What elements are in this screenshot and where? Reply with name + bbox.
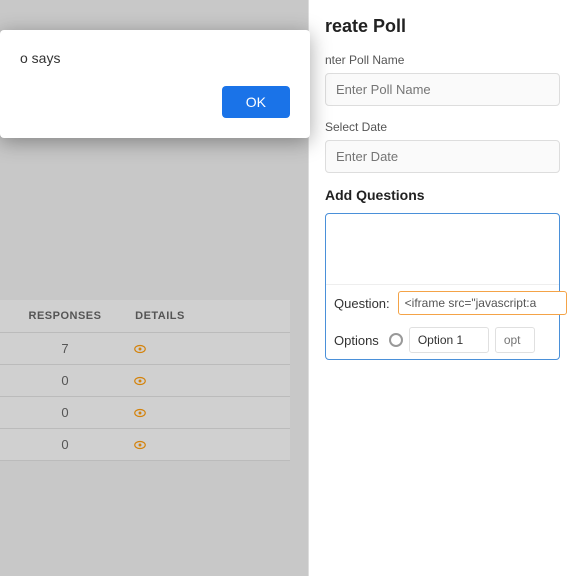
table-row: 0: [0, 429, 290, 461]
select-date-input[interactable]: [325, 140, 560, 173]
alert-dialog: o says OK: [0, 30, 310, 138]
response-count: 0: [20, 405, 110, 420]
table-header: RESPONSES DETAILS: [0, 300, 290, 333]
details-eye-icon[interactable]: [130, 438, 150, 452]
details-eye-icon[interactable]: [130, 342, 150, 356]
response-count: 0: [20, 373, 110, 388]
alert-message: o says: [20, 50, 290, 66]
option1-input[interactable]: [409, 327, 489, 353]
responses-header: RESPONSES: [20, 310, 110, 322]
options-row: Options: [326, 321, 559, 359]
poll-name-label: nter Poll Name: [325, 53, 560, 67]
question-input[interactable]: [398, 291, 567, 315]
table-row: 7: [0, 333, 290, 365]
select-date-label: Select Date: [325, 120, 560, 134]
options-label: Options: [334, 333, 379, 348]
create-poll-panel: reate Poll nter Poll Name Select Date Ad…: [308, 0, 576, 576]
option2-input[interactable]: [495, 327, 535, 353]
table-row: 0: [0, 365, 290, 397]
response-count: 0: [20, 437, 110, 452]
panel-title: reate Poll: [325, 16, 560, 37]
response-count: 7: [20, 341, 110, 356]
poll-panel-content: reate Poll nter Poll Name Select Date Ad…: [309, 0, 576, 390]
question-box: Question: Options: [325, 213, 560, 360]
details-eye-icon[interactable]: [130, 374, 150, 388]
alert-ok-button[interactable]: OK: [222, 86, 290, 118]
background-table: RESPONSES DETAILS 7 0 0: [0, 300, 290, 461]
add-questions-label: Add Questions: [325, 187, 560, 203]
option1-radio[interactable]: [389, 333, 403, 347]
table-row: 0: [0, 397, 290, 429]
question-row: Question:: [326, 284, 559, 321]
poll-name-input[interactable]: [325, 73, 560, 106]
question-text-area: [326, 214, 559, 284]
question-label: Question:: [334, 296, 390, 311]
details-header: DETAILS: [120, 310, 200, 322]
details-eye-icon[interactable]: [130, 406, 150, 420]
